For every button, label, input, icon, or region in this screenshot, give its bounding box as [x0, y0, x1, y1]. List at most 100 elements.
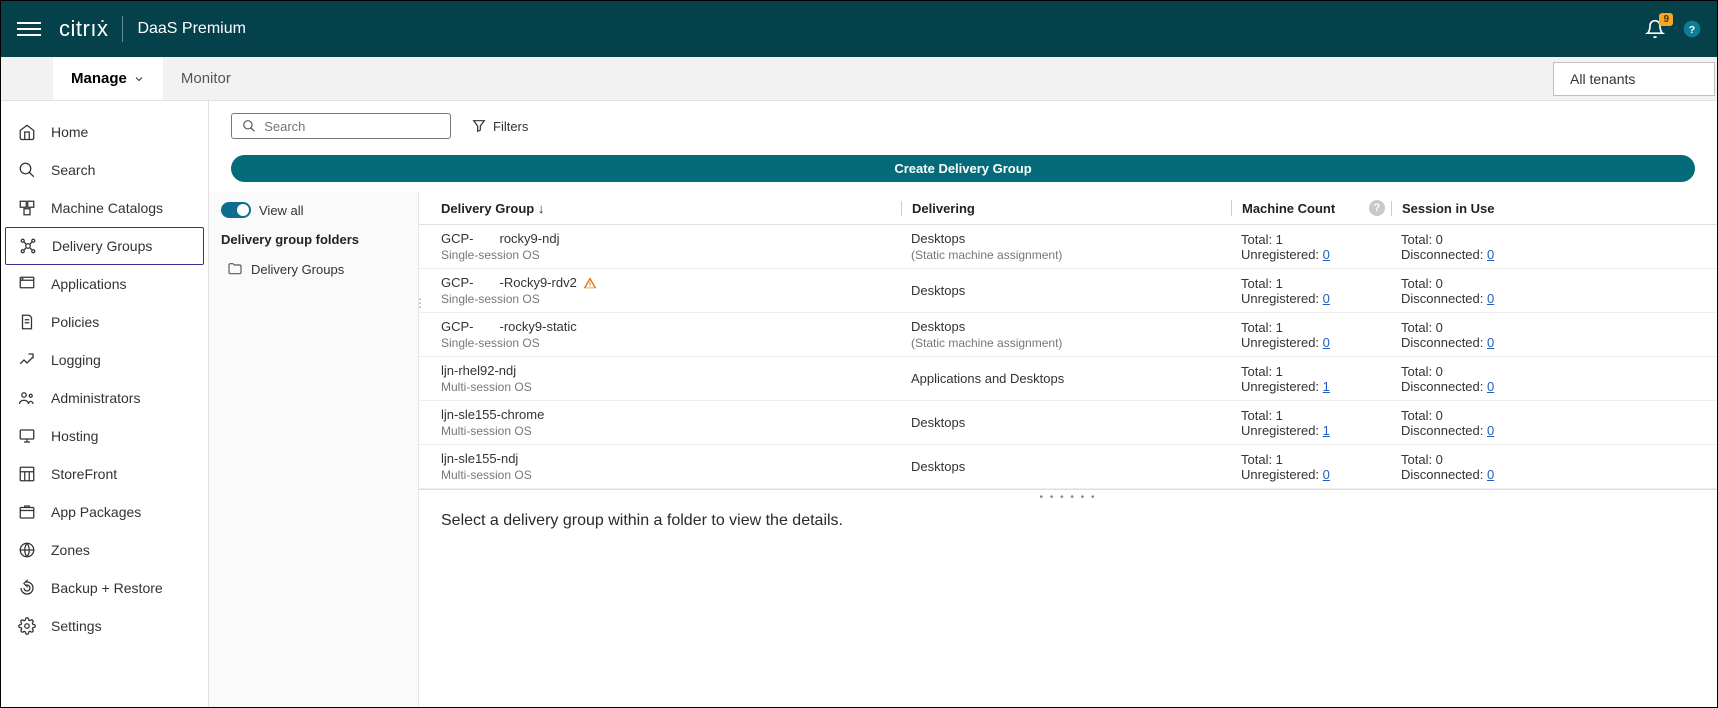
sidebar-item-label: Delivery Groups: [52, 238, 152, 254]
sidebar-item-machine-catalogs[interactable]: Machine Catalogs: [1, 189, 208, 227]
delivering-value: Desktops: [911, 283, 1231, 298]
si-disconnected-link[interactable]: 0: [1487, 423, 1494, 438]
dg-name: GCP- -rocky9-static: [441, 319, 901, 334]
si-disconnected: Disconnected: 0: [1401, 467, 1695, 482]
sidebar-item-search[interactable]: Search: [1, 151, 208, 189]
mc-unregistered-link[interactable]: 0: [1323, 247, 1330, 262]
si-disconnected: Disconnected: 0: [1401, 335, 1695, 350]
column-header-delivery-group[interactable]: Delivery Group ↓: [441, 201, 901, 216]
mc-unregistered: Unregistered: 0: [1241, 247, 1391, 262]
si-disconnected-link[interactable]: 0: [1487, 467, 1494, 482]
sidebar-item-applications[interactable]: Applications: [1, 265, 208, 303]
notifications-button[interactable]: 9: [1645, 19, 1665, 39]
table-row[interactable]: ljn-sle155-ndjMulti-session OSDesktopsTo…: [419, 445, 1717, 489]
column-header-session-in-use[interactable]: Session in Use: [1391, 201, 1695, 216]
delivering-value: Applications and Desktops: [911, 371, 1231, 386]
storefront-icon: [17, 464, 37, 484]
filters-label: Filters: [493, 119, 528, 134]
view-all-toggle[interactable]: [221, 202, 251, 218]
table-row[interactable]: GCP- -rocky9-staticSingle-session OSDesk…: [419, 313, 1717, 357]
sidebar-item-logging[interactable]: Logging: [1, 341, 208, 379]
warning-icon: [583, 276, 597, 290]
brand-area: citrıẋ DaaS Premium: [59, 16, 246, 42]
sidebar-item-policies[interactable]: Policies: [1, 303, 208, 341]
column-header-delivering[interactable]: Delivering: [901, 201, 1231, 216]
sidebar-item-administrators[interactable]: Administrators: [1, 379, 208, 417]
dg-os: Single-session OS: [441, 336, 901, 350]
mc-unregistered-link[interactable]: 1: [1323, 379, 1330, 394]
sidebar-item-settings[interactable]: Settings: [1, 607, 208, 645]
create-delivery-group-button[interactable]: Create Delivery Group: [231, 155, 1695, 182]
administrators-icon: [17, 388, 37, 408]
si-total: Total: 0: [1401, 276, 1695, 291]
si-total: Total: 0: [1401, 320, 1695, 335]
table-row[interactable]: GCP- rocky9-ndjSingle-session OSDesktops…: [419, 225, 1717, 269]
si-total: Total: 0: [1401, 452, 1695, 467]
help-icon[interactable]: ?: [1369, 200, 1385, 216]
table-area: ⋮ Delivery Group ↓ Delivering Machine Co…: [419, 192, 1717, 707]
mc-unregistered-link[interactable]: 0: [1323, 467, 1330, 482]
mc-unregistered: Unregistered: 0: [1241, 335, 1391, 350]
sidebar-item-label: Applications: [51, 276, 127, 292]
sidebar: Home Search Machine Catalogs Delivery Gr…: [1, 101, 209, 707]
folder-item-delivery-groups[interactable]: Delivery Groups: [221, 257, 406, 281]
hosting-icon: [17, 426, 37, 446]
sidebar-item-label: Backup + Restore: [51, 580, 163, 596]
sidebar-item-app-packages[interactable]: App Packages: [1, 493, 208, 531]
dg-name: ljn-rhel92-ndj: [441, 363, 901, 378]
mc-unregistered: Unregistered: 1: [1241, 379, 1391, 394]
delivering-value: Desktops: [911, 415, 1231, 430]
si-disconnected-link[interactable]: 0: [1487, 291, 1494, 306]
sidebar-item-label: Administrators: [51, 390, 140, 406]
filters-button[interactable]: Filters: [471, 118, 528, 134]
resize-handle[interactable]: ⋮: [419, 300, 424, 306]
help-button[interactable]: ?: [1683, 20, 1701, 38]
sidebar-item-backup-restore[interactable]: Backup + Restore: [1, 569, 208, 607]
logging-icon: [17, 350, 37, 370]
notification-badge: 9: [1659, 13, 1673, 26]
dg-os: Multi-session OS: [441, 424, 901, 438]
home-icon: [17, 122, 37, 142]
folder-icon: [227, 261, 243, 277]
tab-manage[interactable]: Manage: [53, 57, 163, 100]
folder-panel: View all Delivery group folders Delivery…: [209, 192, 419, 707]
mc-unregistered-link[interactable]: 0: [1323, 291, 1330, 306]
mc-unregistered-link[interactable]: 0: [1323, 335, 1330, 350]
sidebar-item-label: Hosting: [51, 428, 98, 444]
detail-message: Select a delivery group within a folder …: [419, 502, 1717, 540]
sidebar-item-label: Machine Catalogs: [51, 200, 163, 216]
table-row[interactable]: ljn-rhel92-ndj Multi-session OS Applicatio…: [419, 357, 1717, 401]
si-disconnected-link[interactable]: 0: [1487, 335, 1494, 350]
si-disconnected-link[interactable]: 0: [1487, 379, 1494, 394]
table-row[interactable]: ljn-sle155-chromeMulti-session OSDesktop…: [419, 401, 1717, 445]
mc-total: Total: 1: [1241, 276, 1391, 291]
search-box[interactable]: [231, 113, 451, 139]
detail-splitter[interactable]: • • • • • •: [419, 489, 1717, 502]
sidebar-item-label: Zones: [51, 542, 90, 558]
sidebar-item-delivery-groups[interactable]: Delivery Groups: [5, 227, 204, 265]
dg-os: Multi-session OS: [441, 380, 901, 394]
svg-text:?: ?: [1689, 24, 1695, 36]
brand-logo: citrıẋ: [59, 16, 108, 42]
sidebar-item-zones[interactable]: Zones: [1, 531, 208, 569]
sidebar-item-home[interactable]: Home: [1, 113, 208, 151]
sidebar-item-hosting[interactable]: Hosting: [1, 417, 208, 455]
policies-icon: [17, 312, 37, 332]
delivering-value: Desktops: [911, 231, 1231, 246]
mc-unregistered: Unregistered: 0: [1241, 291, 1391, 306]
si-total: Total: 0: [1401, 232, 1695, 247]
dg-name: GCP- rocky9-ndj: [441, 231, 901, 246]
si-total: Total: 0: [1401, 408, 1695, 423]
delivering-sub: (Static machine assignment): [911, 248, 1231, 262]
si-disconnected-link[interactable]: 0: [1487, 247, 1494, 262]
sidebar-item-storefront[interactable]: StoreFront: [1, 455, 208, 493]
tab-monitor[interactable]: Monitor: [163, 57, 249, 100]
search-input[interactable]: [264, 119, 440, 134]
mc-unregistered-link[interactable]: 1: [1323, 423, 1330, 438]
table-row[interactable]: GCP- -Rocky9-rdv2 Single-session OSDeskt…: [419, 269, 1717, 313]
hamburger-menu[interactable]: [17, 17, 41, 41]
tenants-dropdown[interactable]: All tenants: [1553, 62, 1715, 96]
mc-total: Total: 1: [1241, 320, 1391, 335]
column-header-machine-count[interactable]: Machine Count ?: [1231, 200, 1391, 216]
tab-label: Monitor: [181, 70, 231, 87]
